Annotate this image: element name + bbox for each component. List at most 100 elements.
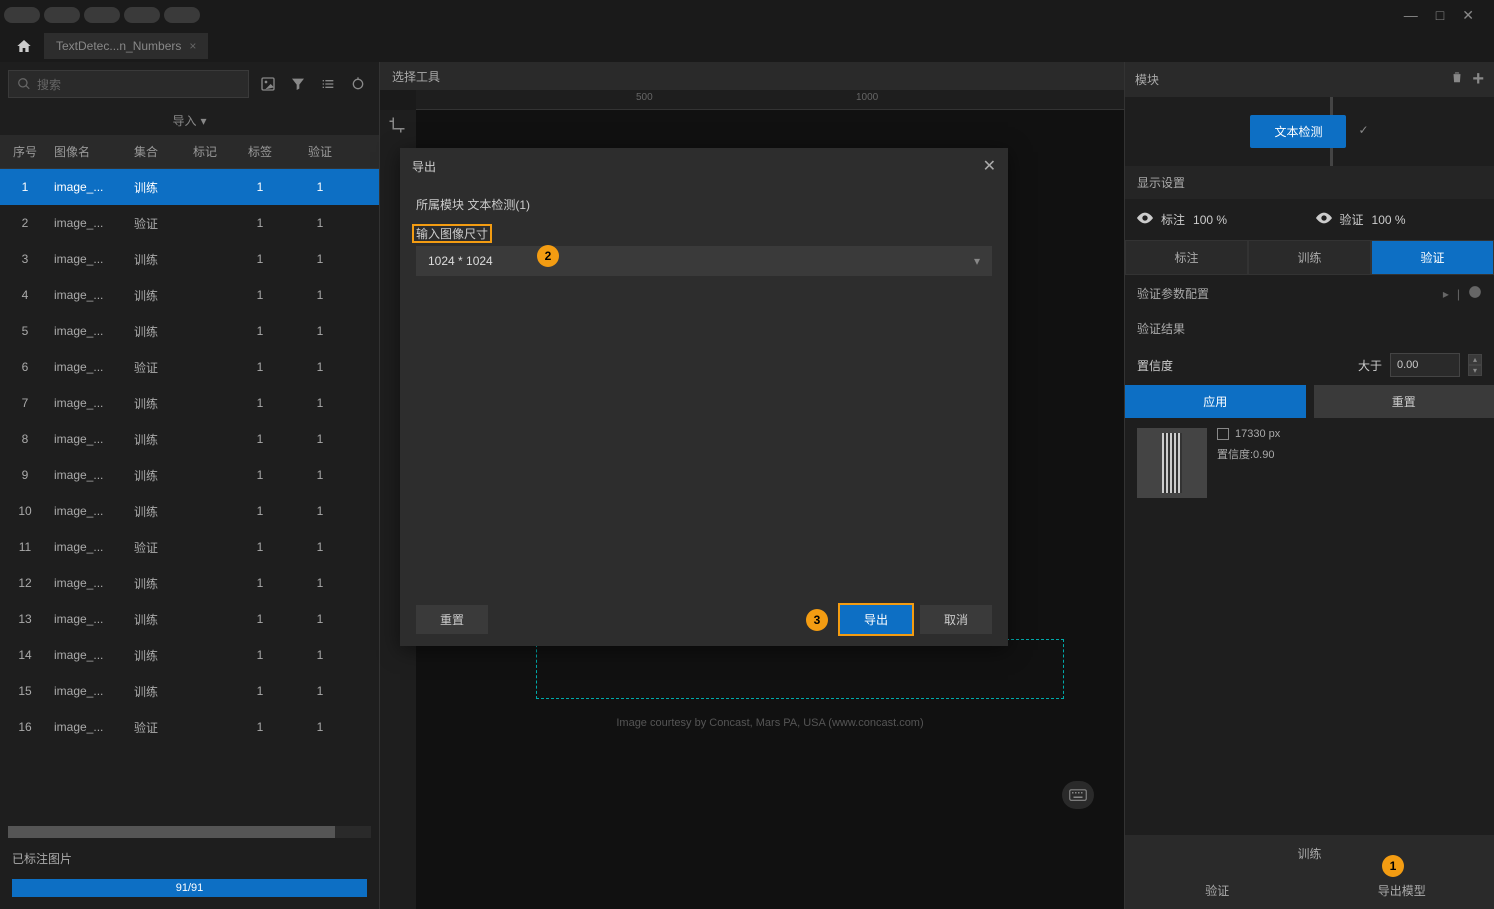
- history-icon[interactable]: [1468, 285, 1482, 302]
- eye-icon[interactable]: [1137, 212, 1153, 227]
- window-menu[interactable]: [44, 7, 80, 23]
- result-checkbox[interactable]: [1217, 428, 1229, 440]
- callout-3: 3: [806, 609, 828, 631]
- add-icon[interactable]: +: [1472, 68, 1484, 91]
- search-placeholder: 搜索: [37, 76, 61, 93]
- col-tag[interactable]: 标签: [230, 135, 290, 168]
- table-row[interactable]: 12 image_... 训练 1 1: [0, 565, 379, 601]
- window-menu[interactable]: [124, 7, 160, 23]
- result-title: 验证结果: [1125, 312, 1494, 345]
- text-detection-node[interactable]: 文本检测: [1250, 115, 1346, 148]
- funnel-icon[interactable]: [285, 71, 311, 97]
- modal-export-button[interactable]: 导出: [840, 605, 912, 634]
- table-row[interactable]: 1 image_... 训练 1 1: [0, 169, 379, 205]
- modal-title: 导出: [412, 158, 983, 175]
- list-icon[interactable]: [315, 71, 341, 97]
- table-row[interactable]: 16 image_... 验证 1 1: [0, 709, 379, 745]
- search-icon: [17, 77, 31, 91]
- annotation-label: 标注: [1161, 211, 1185, 228]
- delete-icon[interactable]: [1450, 70, 1464, 89]
- horizontal-ruler: 500 1000: [416, 90, 1124, 110]
- table-row[interactable]: 5 image_... 训练 1 1: [0, 313, 379, 349]
- window-menu[interactable]: [84, 7, 120, 23]
- export-model-button[interactable]: 导出模型: [1310, 872, 1494, 909]
- input-size-label: 输入图像尺寸: [416, 223, 488, 245]
- crop-icon[interactable]: [388, 116, 406, 137]
- table-row[interactable]: 8 image_... 训练 1 1: [0, 421, 379, 457]
- export-dialog: 导出 ✕ 所属模块 文本检测(1) 输入图像尺寸 1024 * 1024 ▾ 重…: [400, 148, 1008, 646]
- image-size-dropdown[interactable]: 1024 * 1024 ▾: [416, 246, 992, 276]
- window-menu[interactable]: [4, 7, 40, 23]
- chevron-right-icon[interactable]: ▸: [1443, 287, 1449, 301]
- check-icon: ✓: [1358, 123, 1368, 148]
- verify-button[interactable]: 验证: [1125, 872, 1310, 909]
- col-name[interactable]: 图像名: [50, 135, 130, 168]
- close-modal-icon[interactable]: ✕: [983, 156, 996, 176]
- image-filter-icon[interactable]: [255, 71, 281, 97]
- verify-percent: 100 %: [1372, 213, 1406, 227]
- tab-train[interactable]: 训练: [1248, 240, 1371, 275]
- spinner-down[interactable]: ▾: [1468, 365, 1482, 376]
- modal-cancel-button[interactable]: 取消: [920, 605, 992, 634]
- dropdown-value: 1024 * 1024: [428, 254, 974, 268]
- col-index[interactable]: 序号: [0, 135, 50, 168]
- close-tab-icon[interactable]: ×: [189, 39, 196, 53]
- tab-annotate[interactable]: 标注: [1125, 240, 1248, 275]
- progress-bar: 91/91: [12, 879, 367, 897]
- table-row[interactable]: 13 image_... 训练 1 1: [0, 601, 379, 637]
- tool-header: 选择工具: [380, 62, 1124, 90]
- tab-verify[interactable]: 验证: [1371, 240, 1494, 275]
- confidence-input[interactable]: [1390, 353, 1460, 377]
- table-row[interactable]: 15 image_... 训练 1 1: [0, 673, 379, 709]
- module-label: 所属模块 文本检测(1): [416, 196, 992, 213]
- col-verify[interactable]: 验证: [290, 135, 350, 168]
- confidence-label: 置信度: [1137, 357, 1350, 374]
- search-input[interactable]: 搜索: [8, 70, 249, 98]
- eye-icon[interactable]: [1316, 212, 1332, 227]
- table-row[interactable]: 2 image_... 验证 1 1: [0, 205, 379, 241]
- verify-label: 验证: [1340, 211, 1364, 228]
- labeled-status: 已标注图片: [0, 842, 379, 875]
- callout-1: 1: [1382, 855, 1404, 877]
- home-icon[interactable]: [8, 30, 40, 62]
- chevron-down-icon: ▾: [200, 114, 206, 128]
- param-config-label: 验证参数配置: [1137, 285, 1435, 302]
- table-row[interactable]: 9 image_... 训练 1 1: [0, 457, 379, 493]
- table-row[interactable]: 11 image_... 验证 1 1: [0, 529, 379, 565]
- display-settings-title: 显示设置: [1125, 166, 1494, 199]
- reset-button[interactable]: 重置: [1314, 385, 1494, 418]
- horizontal-scrollbar[interactable]: [8, 826, 371, 838]
- table-row[interactable]: 7 image_... 训练 1 1: [0, 385, 379, 421]
- chevron-down-icon: ▾: [974, 254, 980, 268]
- table-row[interactable]: 14 image_... 训练 1 1: [0, 637, 379, 673]
- close-window-button[interactable]: ✕: [1462, 7, 1474, 24]
- spinner-up[interactable]: ▴: [1468, 354, 1482, 365]
- table-row[interactable]: 4 image_... 训练 1 1: [0, 277, 379, 313]
- table-row[interactable]: 3 image_... 训练 1 1: [0, 241, 379, 277]
- table-row[interactable]: 6 image_... 验证 1 1: [0, 349, 379, 385]
- col-mark[interactable]: 标记: [180, 135, 230, 168]
- callout-2: 2: [537, 245, 559, 267]
- import-button[interactable]: 导入 ▾: [0, 106, 379, 135]
- tab-label: TextDetec...n_Numbers: [56, 39, 181, 53]
- modal-reset-button[interactable]: 重置: [416, 605, 488, 634]
- window-menu[interactable]: [164, 7, 200, 23]
- apply-button[interactable]: 应用: [1125, 385, 1306, 418]
- keyboard-icon[interactable]: [1062, 781, 1094, 809]
- camera-icon[interactable]: [345, 71, 371, 97]
- result-confidence: 置信度:0.90: [1217, 446, 1280, 462]
- result-px: 17330 px: [1235, 428, 1280, 440]
- minimize-button[interactable]: —: [1404, 7, 1418, 24]
- module-panel-title: 模块: [1135, 71, 1442, 88]
- selection-box[interactable]: [536, 639, 1064, 699]
- col-set[interactable]: 集合: [130, 135, 180, 168]
- maximize-button[interactable]: □: [1436, 7, 1444, 24]
- train-button[interactable]: 训练: [1125, 835, 1494, 872]
- file-tab[interactable]: TextDetec...n_Numbers ×: [44, 33, 208, 59]
- table-row[interactable]: 10 image_... 训练 1 1: [0, 493, 379, 529]
- result-thumbnail[interactable]: [1137, 428, 1207, 498]
- image-credit: Image courtesy by Concast, Mars PA, USA …: [616, 717, 923, 729]
- annotation-percent: 100 %: [1193, 213, 1227, 227]
- divider: |: [1457, 287, 1460, 301]
- gt-label: 大于: [1358, 357, 1382, 374]
